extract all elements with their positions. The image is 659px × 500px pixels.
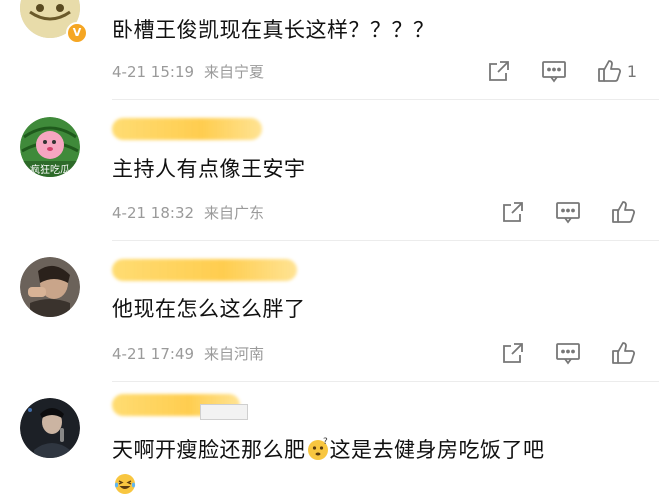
comment-meta: 4-21 15:19 来自宁夏: [112, 61, 264, 82]
share-button[interactable]: [501, 200, 525, 224]
verified-badge-icon: V: [66, 22, 88, 44]
svg-text:疯狂吃瓜: 疯狂吃瓜: [30, 163, 70, 176]
comment-date: 4-21 18:32: [112, 204, 195, 222]
comment-item: 天啊开瘦脸还那么肥 ? 这是去健身房吃饭了吧: [0, 382, 659, 500]
like-button[interactable]: [611, 199, 637, 225]
share-icon: [488, 61, 509, 81]
comment-icon: [556, 343, 580, 365]
share-button[interactable]: [501, 341, 525, 365]
share-icon: [503, 343, 523, 363]
laughing-tears-face-icon: [113, 472, 137, 500]
redacted-box: [200, 404, 248, 420]
avatar[interactable]: [20, 257, 80, 317]
share-button[interactable]: [487, 59, 511, 83]
comment-date: 4-21 15:19: [112, 63, 195, 81]
comment-item: V 卧槽王俊凯现在真长这样？？？？ 4-21 15:19 来自宁夏 1: [0, 0, 659, 98]
username-redacted: [112, 118, 262, 140]
comment-text-part1: 天啊开瘦脸还那么肥: [112, 438, 306, 462]
comment-text: 主持人有点像王安宇: [112, 157, 306, 181]
comment-text: 天啊开瘦脸还那么肥 ? 这是去健身房吃饭了吧: [112, 434, 545, 466]
comment-actions: [471, 340, 637, 366]
thumbs-up-icon: [612, 342, 636, 364]
comment-text: 他现在怎么这么胖了: [112, 297, 306, 321]
avatar[interactable]: 疯狂吃瓜: [20, 117, 80, 177]
comment-actions: 1: [457, 58, 637, 84]
avatar[interactable]: [20, 398, 80, 458]
comment-icon: [541, 61, 566, 83]
comment-meta: 4-21 18:32 来自广东: [112, 202, 264, 223]
comment-location: 来自广东: [204, 204, 265, 222]
comment-item: 疯狂吃瓜 主持人有点像王安宇 4-21 18:32 来自广东: [0, 100, 659, 240]
thumbs-up-icon: [597, 60, 621, 82]
reply-button[interactable]: [555, 200, 581, 224]
comment-date: 4-21 17:49: [112, 345, 195, 363]
comment-text-part2: 这是去健身房吃饭了吧: [329, 438, 545, 462]
share-icon: [503, 202, 523, 222]
comment-meta: 4-21 17:49 来自河南: [112, 343, 264, 364]
like-count: 1: [626, 61, 637, 81]
comment-location: 来自河南: [204, 345, 265, 363]
comment-icon: [556, 202, 580, 224]
comment-text: 卧槽王俊凯现在真长这样？？？？: [112, 18, 435, 42]
svg-text:?: ?: [323, 437, 328, 447]
like-button[interactable]: [611, 340, 637, 366]
thumbs-up-icon: [612, 201, 636, 223]
comment-actions: [471, 199, 637, 225]
like-button[interactable]: 1: [597, 58, 637, 84]
reply-button[interactable]: [555, 341, 581, 365]
reply-button[interactable]: [541, 59, 567, 83]
username-redacted: [112, 259, 297, 281]
comment-location: 来自宁夏: [204, 63, 265, 81]
thinking-face-icon: ?: [306, 437, 330, 466]
comment-item: 他现在怎么这么胖了 4-21 17:49 来自河南: [0, 241, 659, 381]
